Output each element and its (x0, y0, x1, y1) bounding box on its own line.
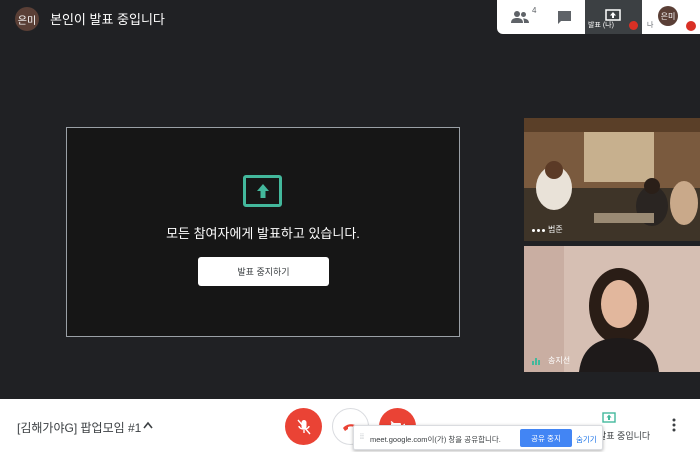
self-tile[interactable]: 은미 나 (642, 0, 700, 34)
chat-icon (557, 10, 571, 24)
presenting-message: 모든 참여자에게 발표하고 있습니다. (166, 226, 360, 241)
present-screen-icon (602, 412, 616, 423)
people-count: 4 (532, 6, 537, 15)
present-screen-icon (243, 175, 282, 207)
presenting-status[interactable]: 발표 중입니다 (598, 429, 650, 442)
participant-video (524, 118, 700, 241)
mic-off-badge-icon (686, 21, 696, 31)
hide-notification-link[interactable]: 숨기기 (576, 434, 597, 445)
drag-handle-icon[interactable]: ⁞⁞ (360, 434, 364, 441)
participant-video (524, 246, 700, 372)
people-icon (511, 11, 529, 23)
self-avatar[interactable]: 은미 (15, 7, 39, 31)
presenting-title: 본인이 발표 중입니다 (50, 12, 165, 27)
screen-share-notification: ⁞⁞ meet.google.com이(가) 창을 공유합니다. 공유 중지 숨… (353, 425, 603, 450)
mic-off-badge-icon (629, 21, 638, 30)
meeting-details-title[interactable]: [김해가야G] 팝업모임 #1 (17, 419, 141, 436)
self-tile-avatar: 은미 (658, 6, 678, 26)
stop-presenting-button[interactable]: 발표 중지하기 (198, 257, 329, 286)
participant-tile[interactable]: 범준 (524, 118, 700, 241)
self-tile-label: 나 (647, 22, 654, 29)
stop-sharing-button[interactable]: 공유 중지 (520, 429, 572, 447)
people-button[interactable]: 4 (505, 0, 537, 34)
mic-off-icon (296, 419, 311, 434)
more-options-button[interactable] (672, 418, 676, 435)
more-vertical-icon (672, 418, 676, 432)
participant-tile[interactable]: 송지선 (524, 246, 700, 372)
presentation-tile-label: 발표 (나) (588, 22, 614, 29)
share-notification-message: meet.google.com이(가) 창을 공유합니다. (370, 435, 501, 444)
presentation-stage: 모든 참여자에게 발표하고 있습니다. 발표 중지하기 (66, 127, 460, 337)
audio-level-icon (532, 358, 540, 365)
chevron-up-icon[interactable] (143, 421, 153, 429)
participant-name: 송지선 (548, 356, 571, 365)
audio-indicator-icon (532, 229, 545, 232)
microphone-toggle-button[interactable] (285, 408, 322, 445)
participant-name: 범준 (548, 225, 563, 234)
chat-button[interactable] (549, 0, 579, 34)
presentation-tile[interactable]: 발표 (나) (585, 0, 642, 34)
top-right-panel: 4 발표 (나) 은미 나 (497, 0, 700, 34)
